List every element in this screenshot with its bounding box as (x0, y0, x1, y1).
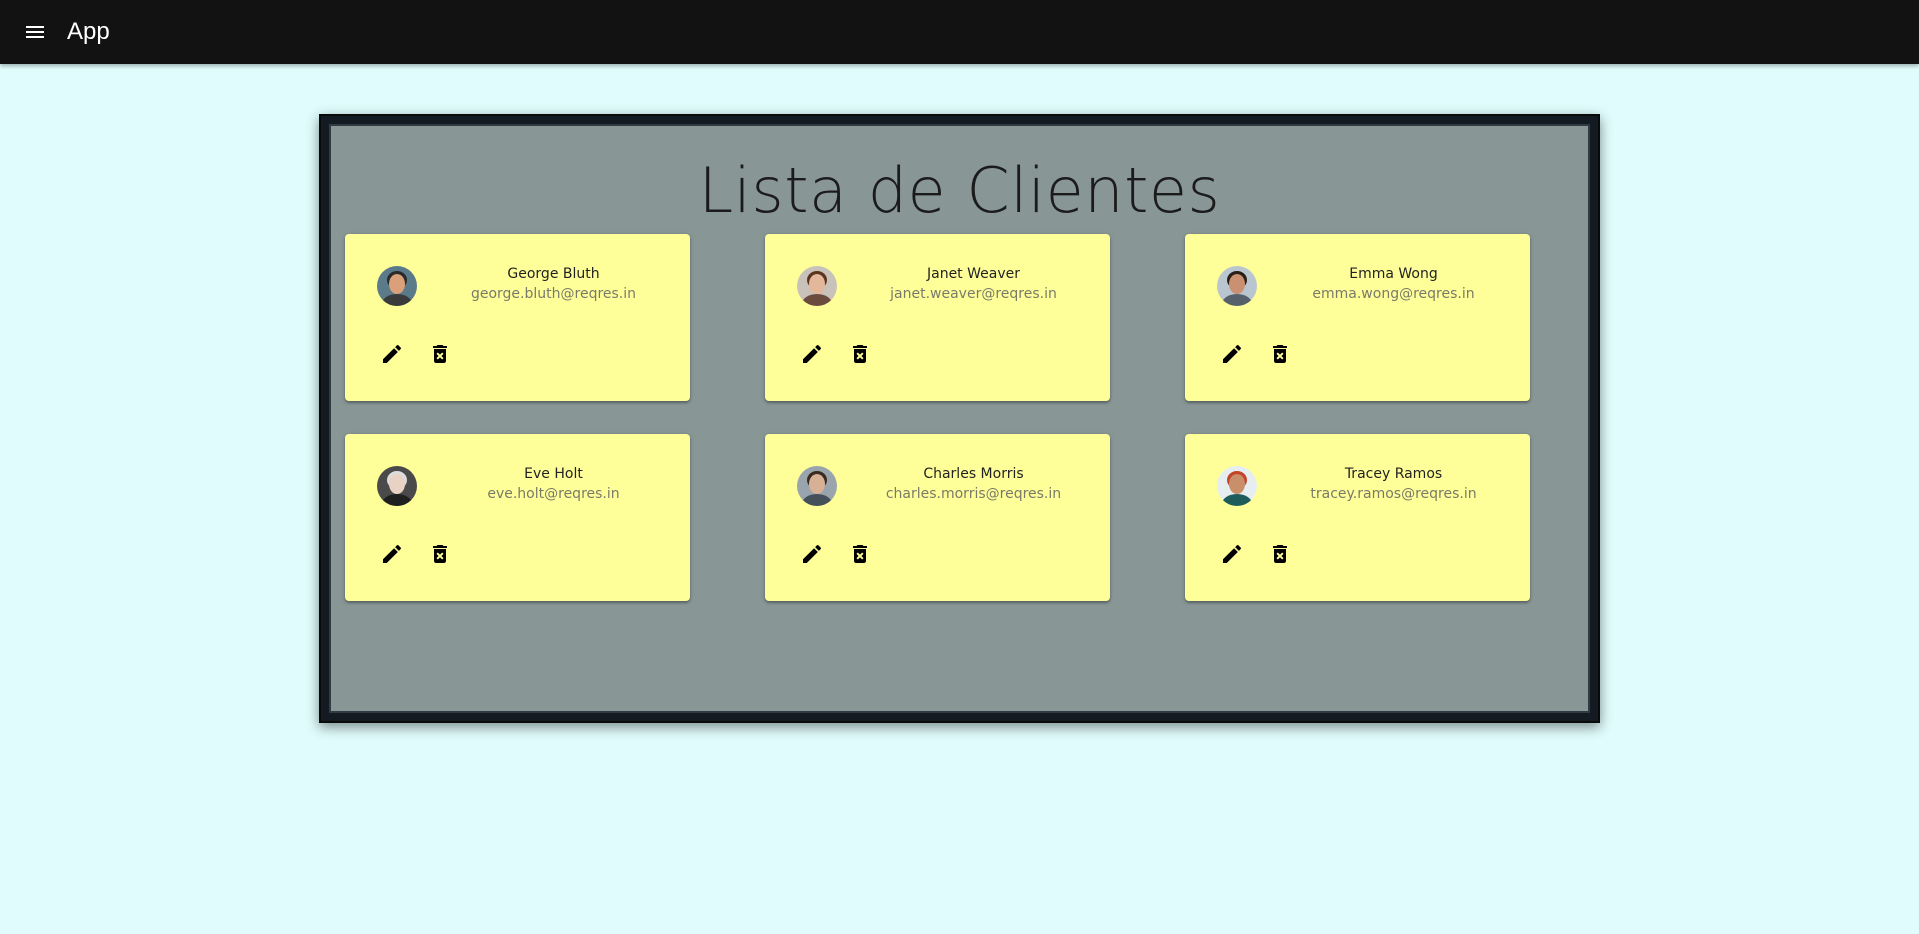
client-card: George Bluth george.bluth@reqres.in (345, 234, 690, 401)
delete-forever-icon (1273, 545, 1287, 563)
client-name: George Bluth (507, 266, 600, 282)
client-email: charles.morris@reqres.in (885, 486, 1062, 502)
pencil-icon (383, 344, 402, 363)
edit-button[interactable] (1216, 538, 1248, 570)
menu-button[interactable] (11, 8, 59, 56)
edit-button[interactable] (1216, 338, 1248, 370)
client-email: janet.weaver@reqres.in (890, 286, 1057, 302)
avatar (1217, 466, 1257, 506)
app-bar: App (0, 0, 1919, 64)
client-card: Emma Wong emma.wong@reqres.in (1185, 234, 1530, 401)
avatar (1217, 266, 1257, 306)
delete-button[interactable] (424, 338, 456, 370)
client-card: Tracey Ramos tracey.ramos@reqres.in (1185, 434, 1530, 601)
delete-button[interactable] (844, 538, 876, 570)
avatar (377, 266, 417, 306)
client-name: Emma Wong (1349, 266, 1438, 282)
avatar (797, 266, 837, 306)
client-email: eve.holt@reqres.in (487, 486, 620, 502)
pencil-icon (1223, 344, 1242, 363)
delete-button[interactable] (424, 538, 456, 570)
client-email: emma.wong@reqres.in (1312, 286, 1475, 302)
delete-button[interactable] (844, 338, 876, 370)
client-name: Tracey Ramos (1344, 466, 1443, 482)
delete-button[interactable] (1264, 538, 1296, 570)
pencil-icon (383, 544, 402, 563)
delete-forever-icon (853, 345, 867, 363)
delete-forever-icon (433, 545, 447, 563)
edit-button[interactable] (376, 338, 408, 370)
client-email: george.bluth@reqres.in (470, 286, 637, 302)
pencil-icon (803, 544, 822, 563)
delete-forever-icon (1273, 345, 1287, 363)
client-card: Eve Holt eve.holt@reqres.in (345, 434, 690, 601)
edit-button[interactable] (796, 338, 828, 370)
app-title: App (67, 18, 110, 45)
client-name: Charles Morris (923, 466, 1024, 482)
pencil-icon (803, 344, 822, 363)
delete-forever-icon (433, 345, 447, 363)
client-list-frame: Lista de Clientes (319, 114, 1600, 723)
client-list-panel: Lista de Clientes (329, 124, 1590, 713)
edit-button[interactable] (796, 538, 828, 570)
avatar (377, 466, 417, 506)
pencil-icon (1223, 544, 1242, 563)
page-title: Lista de Clientes (698, 154, 1221, 227)
menu-icon (26, 26, 44, 38)
client-card: Charles Morris charles.morris@reqres.in (765, 434, 1110, 601)
avatar (797, 466, 837, 506)
delete-forever-icon (853, 545, 867, 563)
client-email: tracey.ramos@reqres.in (1310, 486, 1477, 502)
edit-button[interactable] (376, 538, 408, 570)
client-name: Janet Weaver (926, 266, 1020, 282)
client-card: Janet Weaver janet.weaver@reqres.in (765, 234, 1110, 401)
client-name: Eve Holt (524, 466, 583, 482)
delete-button[interactable] (1264, 338, 1296, 370)
